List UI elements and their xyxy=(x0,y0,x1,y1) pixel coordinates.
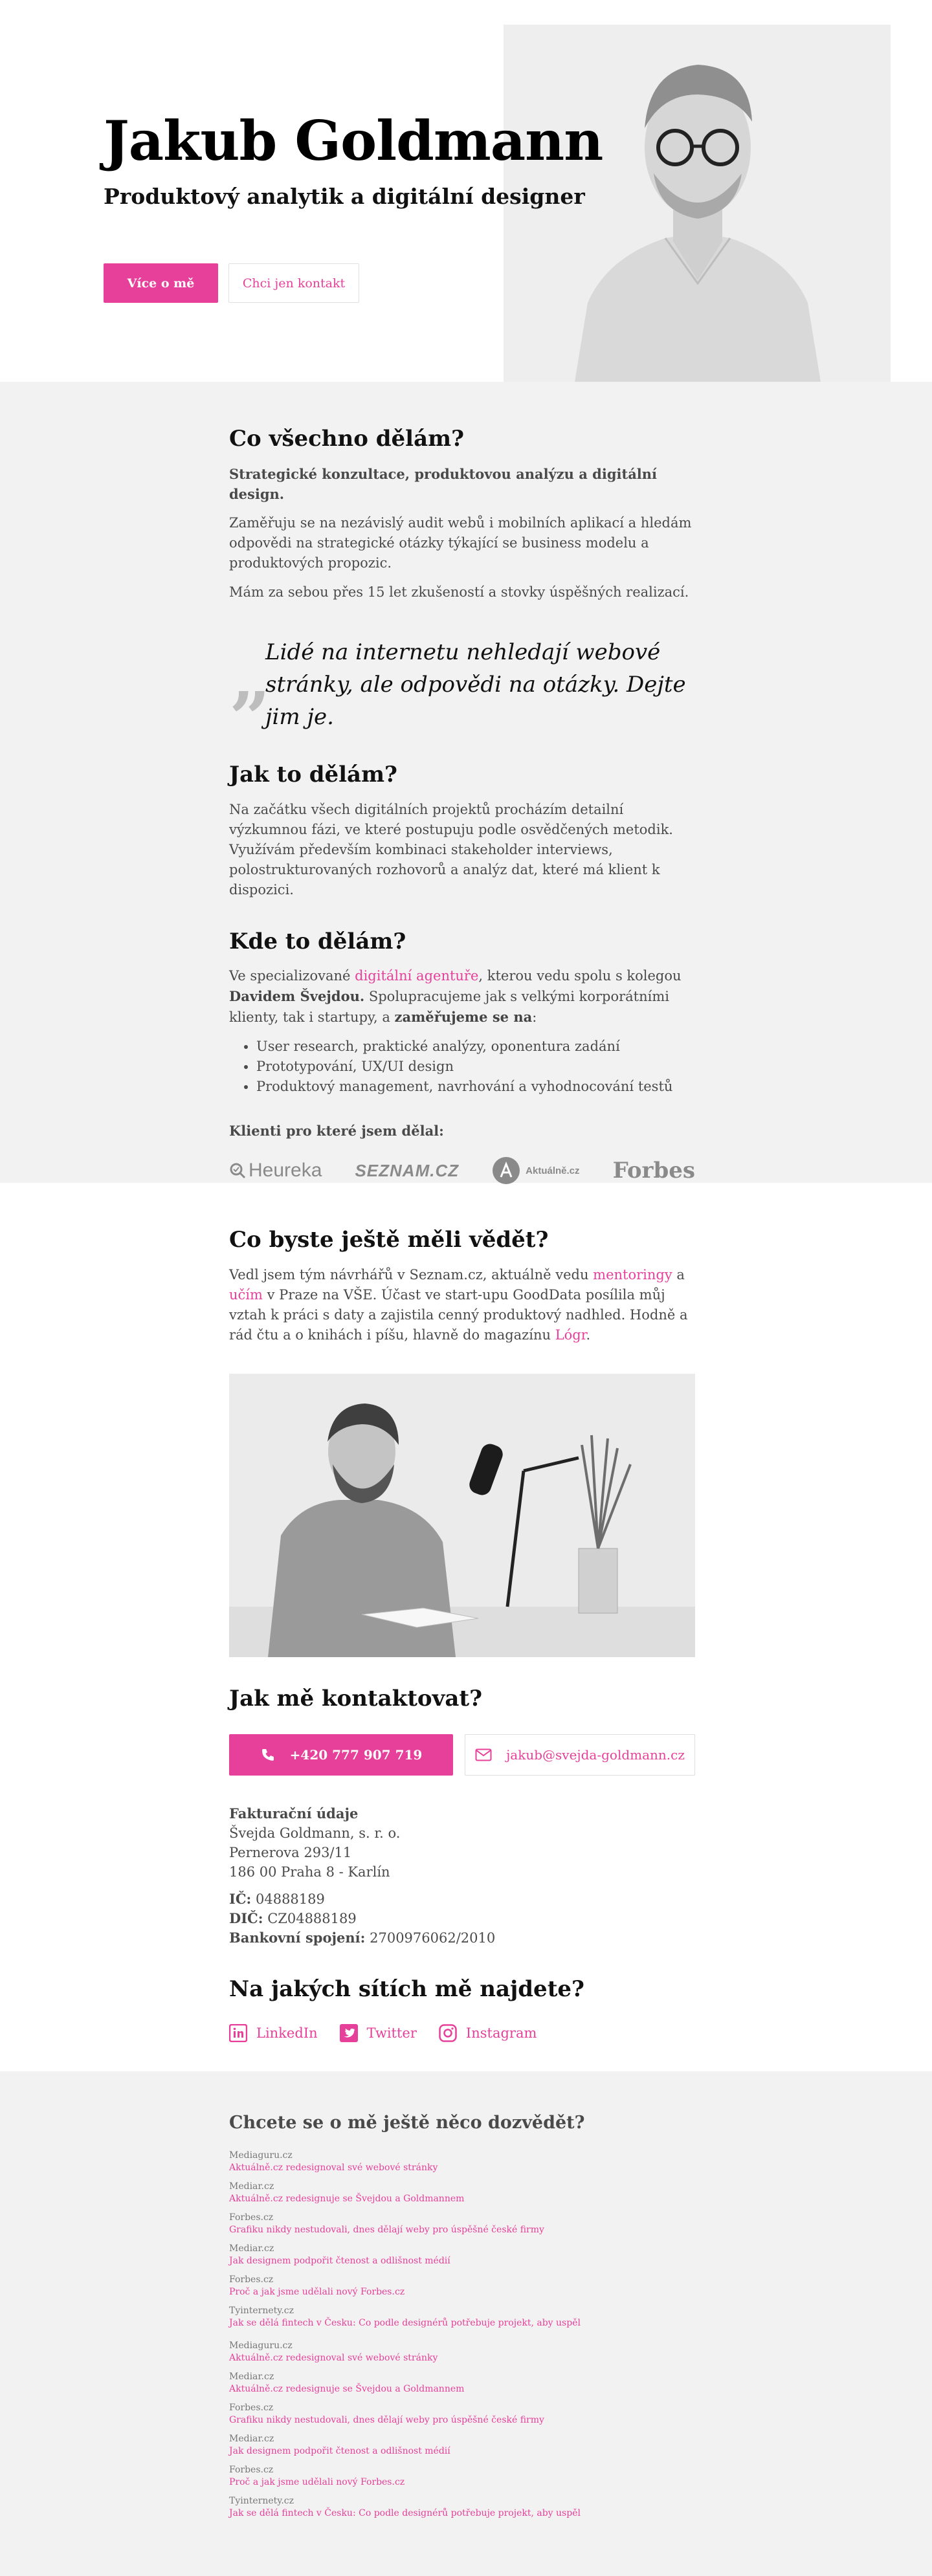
dic-row: DIČ: CZ04888189 xyxy=(229,1910,357,1926)
more-about-me-button[interactable]: Více o mě xyxy=(104,263,218,303)
list-item: User research, praktické analýzy, oponen… xyxy=(256,1037,695,1057)
article-item: Mediaguru.cz Aktuálně.cz redesignoval své… xyxy=(229,2340,695,2364)
article-link[interactable]: Jak se dělá fintech v Česku: Co podle de… xyxy=(229,2317,695,2329)
article-item: Forbes.cz Grafiku nikdy nestudovali, dnes… xyxy=(229,2402,695,2427)
street: Pernerova 293/11 xyxy=(229,1844,352,1860)
article-link[interactable]: Grafiku nikdy nestudovali, dnes dělají w… xyxy=(229,2224,695,2236)
article-link[interactable]: Jak designem podpořit čtenost a odlišnos… xyxy=(229,2255,695,2267)
email-button[interactable]: jakub@svejda-goldmann.cz xyxy=(465,1734,695,1776)
how-heading: Jak to dělám? xyxy=(229,761,397,787)
about-heading: Co všechno dělám? xyxy=(229,426,465,452)
contact-buttons: +420 777 907 719 jakub@svejda-goldmann.c… xyxy=(229,1734,695,1776)
article-source: Mediaguru.cz xyxy=(229,2150,293,2161)
client-logos: Heureka SEZNAM.CZ Aktuálně.cz Forbes xyxy=(229,1156,695,1185)
list-item: Produktový management, navrhování a vyho… xyxy=(256,1077,695,1097)
city: 186 00 Praha 8 - Karlín xyxy=(229,1864,390,1880)
article-item: Mediar.cz Aktuálně.cz redesignuje se Švej… xyxy=(229,2371,695,2395)
article-item: Mediar.cz Jak designem podpořit čtenost a… xyxy=(229,2433,695,2458)
about-paragraph-1: Zaměřuju se na nezávislý audit webů i mo… xyxy=(229,514,692,571)
bank-row: Bankovní spojení: 2700976062/2010 xyxy=(229,1929,496,1946)
article-item: Tyinternety.cz Jak se dělá fintech v Česk… xyxy=(229,2305,695,2329)
social-links: LinkedIn Twitter Instagram xyxy=(229,2024,695,2043)
forbes-logo: Forbes xyxy=(612,1158,695,1184)
list-item: Prototypování, UX/UI design xyxy=(256,1057,695,1077)
aktualne-logo: Aktuálně.cz xyxy=(492,1156,580,1185)
quote-mark-icon: ” xyxy=(229,676,271,760)
logr-link[interactable]: Lógr xyxy=(555,1327,586,1343)
article-link[interactable]: Aktuálně.cz redesignuje se Švejdou a Gol… xyxy=(229,2193,695,2205)
twitter-link[interactable]: Twitter xyxy=(339,2024,417,2043)
billing-title: Fakturační údaje xyxy=(229,1805,359,1822)
article-source: Forbes.cz xyxy=(229,2274,274,2285)
contact-heading: Jak mě kontaktovat? xyxy=(229,1685,482,1712)
article-item: Mediar.cz Aktuálně.cz redesignuje se Švej… xyxy=(229,2181,695,2205)
phone-button[interactable]: +420 777 907 719 xyxy=(229,1734,453,1776)
seznam-logo: SEZNAM.CZ xyxy=(355,1160,460,1180)
billing-info: Fakturační údaje Švejda Goldmann, s. r. … xyxy=(229,1804,695,1948)
about-lead: Strategické konzultace, produktovou anal… xyxy=(229,465,658,502)
mentoring-link[interactable]: mentoringy xyxy=(593,1267,672,1282)
hero-subtitle: Produktový analytik a digitální designer xyxy=(104,184,585,209)
article-link[interactable]: Grafiku nikdy nestudovali, dnes dělají w… xyxy=(229,2414,695,2427)
where-text: Ve specializované digitální agentuře, kt… xyxy=(229,968,682,1026)
article-source: Forbes.cz xyxy=(229,2465,274,2475)
more-text: Vedl jsem tým návrhářů v Seznam.cz, aktu… xyxy=(229,1266,688,1343)
linkedin-icon xyxy=(229,2024,247,2043)
article-source: Mediar.cz xyxy=(229,2434,274,2444)
contact-only-button[interactable]: Chci jen kontakt xyxy=(228,263,359,303)
mail-icon xyxy=(475,1748,492,1761)
articles-section: Chcete se o mě ještě něco dozvědět? Medi… xyxy=(0,2071,932,2576)
teaching-link[interactable]: učím xyxy=(229,1287,263,1303)
article-link[interactable]: Jak se dělá fintech v Česku: Co podle de… xyxy=(229,2507,695,2520)
article-source: Forbes.cz xyxy=(229,2403,274,2413)
hero-name: Jakub Goldmann xyxy=(104,109,603,173)
twitter-icon xyxy=(339,2024,358,2043)
phone-icon xyxy=(260,1747,276,1763)
quote-block: ” Lidé na internetu nehledají webové str… xyxy=(229,636,695,754)
instagram-icon xyxy=(439,2024,457,2043)
more-section: Co byste ještě měli vědět? Vedl jsem tým… xyxy=(0,1183,932,2071)
about-section: Co všechno dělám? Strategické konzultace… xyxy=(0,382,932,1185)
more-heading: Co byste ještě měli vědět? xyxy=(229,1227,549,1253)
article-item: Forbes.cz Proč a jak jsme udělali nový Fo… xyxy=(229,2464,695,2489)
about-paragraph-2: Mám za sebou přes 15 let zkušeností a st… xyxy=(229,584,689,600)
how-text: Na začátku všech digitálních projektů pr… xyxy=(229,801,673,897)
quote-text: Lidé na internetu nehledají webové strán… xyxy=(265,639,686,730)
article-link[interactable]: Proč a jak jsme udělali nový Forbes.cz xyxy=(229,2286,695,2298)
article-item: Mediaguru.cz Aktuálně.cz redesignoval své… xyxy=(229,2150,695,2174)
article-item: Tyinternety.cz Jak se dělá fintech v Česk… xyxy=(229,2495,695,2520)
heureka-logo: Heureka xyxy=(229,1160,322,1182)
article-source: Tyinternety.cz xyxy=(229,2496,294,2506)
article-link[interactable]: Aktuálně.cz redesignoval své webové strá… xyxy=(229,2352,695,2364)
article-source: Forbes.cz xyxy=(229,2212,274,2223)
article-link[interactable]: Proč a jak jsme udělali nový Forbes.cz xyxy=(229,2476,695,2489)
article-item: Forbes.cz Proč a jak jsme udělali nový Fo… xyxy=(229,2274,695,2298)
where-heading: Kde to dělám? xyxy=(229,928,406,954)
article-item: Forbes.cz Grafiku nikdy nestudovali, dnes… xyxy=(229,2212,695,2236)
article-item: Mediar.cz Jak designem podpořit čtenost a… xyxy=(229,2243,695,2267)
article-source: Mediar.cz xyxy=(229,2372,274,2382)
social-heading: Na jakých sítích mě najdete? xyxy=(229,1976,584,2002)
services-list: User research, praktické analýzy, oponen… xyxy=(256,1037,695,1097)
company-name: Švejda Goldmann, s. r. o. xyxy=(229,1825,401,1841)
linkedin-link[interactable]: LinkedIn xyxy=(229,2024,318,2043)
instagram-link[interactable]: Instagram xyxy=(439,2024,537,2043)
ico-row: IČ: 04888189 xyxy=(229,1890,325,1907)
article-link[interactable]: Aktuálně.cz redesignuje se Švejdou a Gol… xyxy=(229,2383,695,2395)
article-link[interactable]: Jak designem podpořit čtenost a odlišnos… xyxy=(229,2445,695,2458)
agency-link[interactable]: digitální agentuře xyxy=(355,968,478,984)
clients-title: Klienti pro které jsem dělal: xyxy=(229,1123,444,1139)
article-source: Mediaguru.cz xyxy=(229,2340,293,2351)
podcast-photo xyxy=(229,1373,695,1657)
article-source: Mediar.cz xyxy=(229,2181,274,2192)
article-source: Tyinternety.cz xyxy=(229,2306,294,2316)
article-source: Mediar.cz xyxy=(229,2243,274,2254)
articles-heading: Chcete se o mě ještě něco dozvědět? xyxy=(229,2113,585,2133)
hero-section: Jakub Goldmann Produktový analytik a dig… xyxy=(0,0,932,382)
articles-list: Mediaguru.cz Aktuálně.cz redesignoval své… xyxy=(229,2150,695,2520)
article-link[interactable]: Aktuálně.cz redesignoval své webové strá… xyxy=(229,2162,695,2174)
